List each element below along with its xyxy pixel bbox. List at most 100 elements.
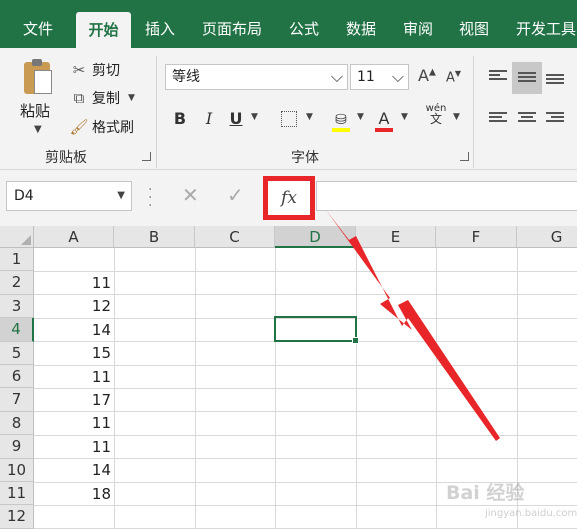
row-header-8[interactable]: 8 bbox=[0, 411, 34, 436]
row-header-12[interactable]: 12 bbox=[0, 505, 34, 529]
align-right-icon[interactable] bbox=[546, 112, 564, 126]
enter-check-icon[interactable]: ✓ bbox=[227, 183, 244, 207]
watermark-logo: Bai 经验 bbox=[446, 482, 525, 504]
gridline bbox=[34, 271, 577, 272]
tab-file[interactable]: 文件 bbox=[10, 14, 66, 48]
align-middle-icon[interactable] bbox=[518, 72, 536, 86]
chevron-down-icon[interactable]: ▼ bbox=[401, 112, 408, 122]
chevron-down-icon[interactable]: ▼ bbox=[453, 112, 460, 122]
underline-button[interactable]: U bbox=[226, 108, 246, 130]
fill-color-swatch bbox=[332, 128, 350, 132]
group-divider bbox=[473, 56, 474, 168]
copy-icon: ⧉ bbox=[73, 89, 85, 107]
fill-color-button[interactable]: ⛁ bbox=[330, 108, 352, 132]
row-header-7[interactable]: 7 bbox=[0, 388, 34, 412]
chevron-down-icon[interactable]: ▼ bbox=[34, 124, 42, 135]
row-header-5[interactable]: 5 bbox=[0, 341, 34, 365]
chevron-down-icon[interactable]: ▼ bbox=[128, 93, 135, 103]
clipboard-launcher-icon[interactable] bbox=[142, 152, 151, 161]
chevron-down-icon: ⌵ bbox=[391, 67, 404, 86]
tab-view[interactable]: 视图 bbox=[450, 14, 498, 48]
bold-button[interactable]: B bbox=[170, 108, 190, 130]
tab-data[interactable]: 数据 bbox=[336, 14, 386, 48]
font-launcher-icon[interactable] bbox=[460, 152, 469, 161]
format-painter-button[interactable]: 🖌 格式刷 bbox=[69, 117, 134, 137]
tab-insert[interactable]: 插入 bbox=[134, 14, 186, 48]
column-header-d[interactable]: D bbox=[275, 226, 356, 248]
font-size-value: 11 bbox=[357, 69, 375, 85]
cell-a4[interactable]: 14 bbox=[35, 319, 111, 342]
gridline bbox=[436, 248, 437, 529]
cell-a2[interactable]: 11 bbox=[35, 272, 111, 295]
align-top-icon[interactable] bbox=[489, 70, 507, 84]
cell-a8[interactable]: 11 bbox=[35, 412, 111, 435]
row-header-2[interactable]: 2 bbox=[0, 271, 34, 295]
menu-bar: 文件 开始 插入 页面布局 公式 数据 审阅 视图 开发工具 bbox=[0, 0, 577, 48]
font-size-select[interactable]: 11 ⌵ bbox=[350, 64, 409, 90]
row-header-3[interactable]: 3 bbox=[0, 294, 34, 319]
clipboard-group-label: 剪贴板 bbox=[45, 150, 87, 166]
decrease-font-size-button[interactable]: A▼ bbox=[446, 69, 461, 85]
tab-home[interactable]: 开始 bbox=[76, 12, 131, 48]
font-name-value: 等线 bbox=[172, 69, 200, 85]
gridline bbox=[195, 248, 196, 529]
gridline bbox=[34, 458, 577, 460]
drag-handle-icon[interactable]: · · · bbox=[148, 183, 152, 213]
tab-page-layout[interactable]: 页面布局 bbox=[194, 14, 270, 48]
gridline bbox=[114, 248, 115, 529]
decrease-font-icon: A bbox=[446, 70, 455, 86]
border-button[interactable] bbox=[278, 108, 300, 130]
cell-a10[interactable]: 14 bbox=[35, 459, 111, 482]
insert-function-button[interactable]: fx bbox=[263, 176, 315, 220]
cell-a5[interactable]: 15 bbox=[35, 342, 111, 365]
name-box[interactable]: D4 ▼ bbox=[6, 181, 132, 211]
group-divider bbox=[156, 56, 157, 168]
align-left-icon[interactable] bbox=[489, 112, 507, 126]
gridline bbox=[356, 248, 357, 529]
chevron-down-icon[interactable]: ▼ bbox=[357, 112, 364, 122]
cell-a7[interactable]: 17 bbox=[35, 389, 111, 412]
row-header-4[interactable]: 4 bbox=[0, 318, 34, 342]
chevron-down-icon: ▼ bbox=[117, 190, 125, 201]
font-name-select[interactable]: 等线 ⌵ bbox=[165, 64, 348, 90]
copy-button[interactable]: ⧉ 复制 ▼ bbox=[70, 88, 135, 108]
italic-button[interactable]: I bbox=[199, 108, 219, 130]
gridline bbox=[34, 388, 577, 389]
column-header-f[interactable]: F bbox=[436, 226, 517, 248]
column-header-b[interactable]: B bbox=[114, 226, 195, 248]
chevron-down-icon[interactable]: ▼ bbox=[306, 112, 313, 122]
increase-font-size-button[interactable]: A▲ bbox=[418, 66, 436, 85]
cancel-icon[interactable]: ✕ bbox=[182, 183, 199, 207]
cell-a9[interactable]: 11 bbox=[35, 436, 111, 459]
phonetic-button[interactable]: wén 文 bbox=[424, 104, 448, 126]
cell-a11[interactable]: 18 bbox=[35, 483, 111, 506]
paper-icon bbox=[34, 70, 52, 94]
column-header-a[interactable]: A bbox=[34, 226, 114, 248]
font-color-button[interactable]: A bbox=[373, 108, 395, 132]
gridline bbox=[275, 248, 276, 529]
row-header-11[interactable]: 11 bbox=[0, 482, 34, 506]
tab-review[interactable]: 审阅 bbox=[394, 14, 442, 48]
row-header-6[interactable]: 6 bbox=[0, 365, 34, 389]
tab-developer[interactable]: 开发工具 bbox=[508, 14, 577, 48]
active-cell-d4[interactable] bbox=[274, 316, 359, 344]
brush-icon: 🖌 bbox=[69, 118, 89, 136]
chevron-down-icon[interactable]: ▼ bbox=[251, 112, 258, 122]
row-header-9[interactable]: 9 bbox=[0, 435, 34, 459]
align-bottom-icon[interactable] bbox=[546, 74, 564, 88]
row-header-10[interactable]: 10 bbox=[0, 458, 34, 482]
select-all-button[interactable] bbox=[0, 226, 34, 248]
column-header-g[interactable]: G bbox=[517, 226, 577, 248]
formula-input[interactable] bbox=[316, 181, 577, 211]
align-center-icon[interactable] bbox=[518, 112, 536, 126]
column-header-e[interactable]: E bbox=[356, 226, 436, 248]
row-header-1[interactable]: 1 bbox=[0, 248, 34, 272]
cell-a6[interactable]: 11 bbox=[35, 366, 111, 389]
cut-button[interactable]: ✂ 剪切 bbox=[70, 60, 120, 80]
cell-a3[interactable]: 12 bbox=[35, 295, 111, 318]
tab-formulas[interactable]: 公式 bbox=[280, 14, 328, 48]
cut-label: 剪切 bbox=[92, 63, 120, 79]
font-group-label: 字体 bbox=[291, 150, 319, 166]
column-header-c[interactable]: C bbox=[195, 226, 275, 248]
paste-button[interactable]: 粘贴 ▼ bbox=[14, 59, 60, 138]
